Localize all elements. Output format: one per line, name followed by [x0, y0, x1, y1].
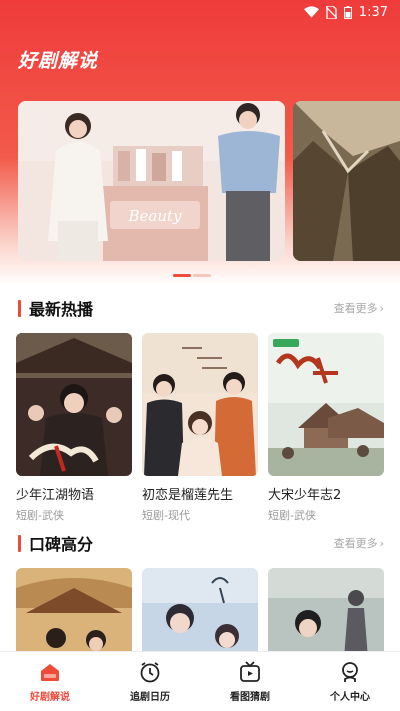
see-more-link[interactable]: 查看更多 ›	[334, 300, 384, 316]
see-more-link[interactable]: 查看更多 ›	[334, 535, 384, 551]
drama-genre: 短剧-武侠	[16, 509, 64, 522]
section-header-top-rated: 口碑高分 查看更多 ›	[18, 533, 384, 554]
banner-side-image	[293, 101, 400, 261]
person-icon	[342, 662, 358, 682]
nav-profile[interactable]: 个人中心	[305, 660, 395, 703]
section-header-hot: 最新热播 查看更多 ›	[18, 298, 384, 319]
clock-icon	[140, 662, 160, 683]
status-bar: 1:37	[0, 0, 400, 24]
nav-label: 追剧日历	[130, 692, 170, 703]
section-accent-bar	[18, 534, 21, 552]
carousel-dot-active[interactable]	[173, 274, 191, 277]
nav-label: 看图猜剧	[230, 692, 270, 703]
drama-poster	[268, 333, 384, 476]
drama-genre: 短剧-武侠	[268, 509, 316, 522]
carousel-dot[interactable]	[193, 274, 211, 277]
drama-card[interactable]: 少年江湖物语 短剧-武侠	[16, 333, 132, 523]
banner-slide-main[interactable]: Beauty	[18, 101, 285, 261]
tv-icon	[240, 661, 260, 682]
nav-label: 个人中心	[330, 692, 370, 703]
home-icon	[41, 664, 59, 681]
carousel-dots	[173, 274, 211, 277]
see-more-label: 查看更多	[333, 537, 378, 550]
status-time: 1:37	[358, 4, 388, 20]
drama-poster	[16, 333, 132, 476]
drama-poster[interactable]	[268, 568, 384, 658]
chevron-right-icon: ›	[379, 536, 384, 550]
banner-sign-text: Beauty	[127, 207, 182, 225]
drama-genre: 短剧-现代	[142, 509, 190, 522]
battery-icon	[343, 5, 352, 19]
drama-title: 大宋少年志2	[268, 488, 342, 503]
nav-label: 好剧解说	[30, 692, 70, 703]
nav-calendar[interactable]: 追剧日历	[105, 660, 195, 703]
bottom-navigation: 好剧解说 追剧日历 看图猜剧 个人中心	[0, 651, 400, 711]
drama-card[interactable]: 大宋少年志2 短剧-武侠	[268, 333, 384, 523]
section-title: 口碑高分	[29, 535, 94, 554]
section-accent-bar	[18, 299, 21, 317]
section-title: 最新热播	[29, 300, 94, 319]
banner-slide-next[interactable]	[293, 101, 400, 261]
drama-title: 少年江湖物语	[16, 488, 95, 503]
nav-guess[interactable]: 看图猜剧	[205, 660, 295, 703]
drama-poster[interactable]	[16, 568, 132, 658]
drama-poster[interactable]	[142, 568, 258, 658]
chevron-right-icon: ›	[379, 301, 384, 315]
see-more-label: 查看更多	[333, 302, 378, 315]
drama-poster	[142, 333, 258, 476]
no-sim-icon	[325, 5, 337, 19]
nav-home[interactable]: 好剧解说	[5, 660, 95, 703]
drama-title: 初恋是榴莲先生	[142, 488, 234, 503]
page-title: 好剧解说	[18, 50, 99, 72]
banner-image: Beauty	[18, 101, 285, 261]
wifi-icon	[303, 6, 319, 18]
drama-card[interactable]: 初恋是榴莲先生 短剧-现代	[142, 333, 258, 523]
